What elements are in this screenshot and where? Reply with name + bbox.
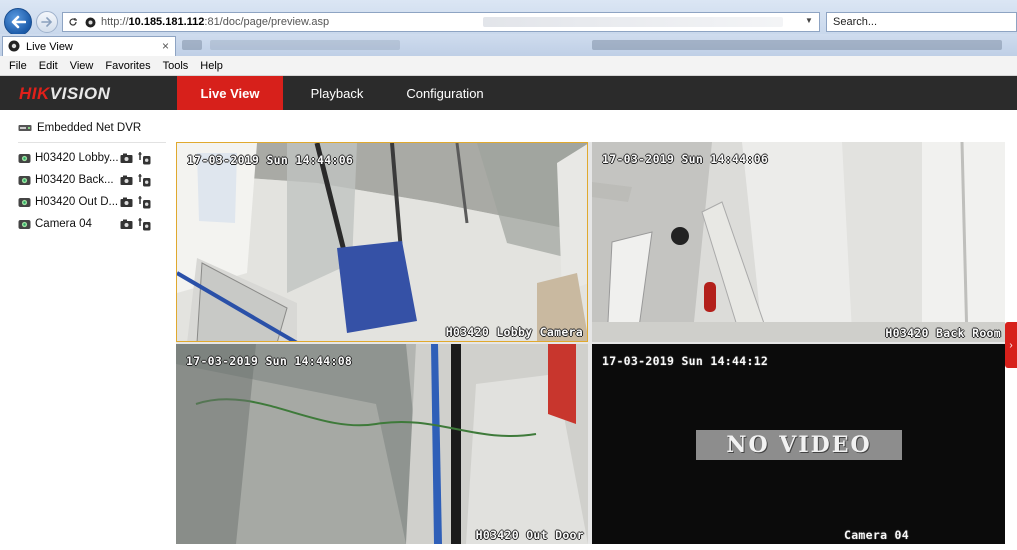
- record-icon[interactable]: [119, 151, 133, 165]
- blurred-tab: [592, 40, 1002, 50]
- capture-icon[interactable]: [137, 173, 151, 187]
- forward-button[interactable]: [36, 11, 58, 33]
- tree-camera-label: H03420 Back...: [35, 174, 114, 186]
- video-window-4[interactable]: 17-03-2019 Sun 14:44:12 NO VIDEO Camera …: [592, 344, 1005, 544]
- tab-label: Live View: [26, 40, 73, 53]
- video-window-1[interactable]: 17-03-2019 Sun 14:44:06 H03420 Lobby Cam…: [176, 142, 588, 342]
- capture-icon[interactable]: [137, 217, 151, 231]
- osd-camera-name: H03420 Lobby Camera: [445, 325, 583, 339]
- browser-tab-bar: Live View ×: [0, 34, 1017, 56]
- osd-timestamp: 17-03-2019 Sun 14:44:12: [602, 354, 769, 368]
- osd-timestamp: 17-03-2019 Sun 14:44:06: [187, 153, 354, 167]
- osd-camera-name: H03420 Back Room: [885, 326, 1001, 340]
- menu-tools[interactable]: Tools: [158, 60, 194, 72]
- app-header: HIKVISION Live View Playback Configurati…: [0, 76, 1017, 110]
- menu-edit[interactable]: Edit: [34, 60, 63, 72]
- url-suggestion-blur: [483, 17, 783, 27]
- close-icon[interactable]: ×: [162, 39, 169, 53]
- capture-icon[interactable]: [137, 195, 151, 209]
- tree-camera-1[interactable]: H03420 Lobby...: [18, 150, 151, 166]
- tree-camera-4[interactable]: Camera 04: [18, 216, 151, 232]
- nav-playback[interactable]: Playback: [297, 76, 377, 110]
- tree-divider: [18, 142, 166, 143]
- no-video-label: NO VIDEO: [696, 430, 902, 460]
- capture-icon[interactable]: [137, 151, 151, 165]
- tree-camera-label: H03420 Out D...: [35, 196, 119, 208]
- video-grid: 17-03-2019 Sun 14:44:06 H03420 Lobby Cam…: [176, 142, 1005, 544]
- dvr-icon: [18, 125, 32, 131]
- refresh-icon[interactable]: [67, 16, 79, 28]
- camera-icon: [18, 153, 31, 163]
- menu-help[interactable]: Help: [195, 60, 228, 72]
- record-icon[interactable]: [119, 217, 133, 231]
- camera-icon: [18, 197, 31, 207]
- blurred-tab: [182, 40, 202, 50]
- menu-view[interactable]: View: [65, 60, 99, 72]
- camera-icon: [18, 219, 31, 229]
- back-arrow-icon: [11, 15, 26, 29]
- url-field[interactable]: http://10.185.181.112:81/doc/page/previe…: [62, 12, 820, 32]
- site-icon: [84, 16, 96, 28]
- camera-feed-image: [177, 143, 587, 341]
- device-tree: Embedded Net DVR H03420 Lobby... H03420 …: [0, 110, 170, 550]
- dropdown-icon[interactable]: ▼: [805, 16, 815, 28]
- camera-feed-image: [176, 344, 588, 544]
- forward-arrow-icon: [41, 17, 53, 27]
- blurred-tab: [210, 40, 400, 50]
- camera-icon: [18, 175, 31, 185]
- video-window-3[interactable]: 17-03-2019 Sun 14:44:08 H03420 Out Door: [176, 344, 588, 544]
- nav-configuration[interactable]: Configuration: [395, 76, 495, 110]
- camera-feed-image: [592, 142, 1005, 342]
- record-icon[interactable]: [119, 195, 133, 209]
- url-text: http://10.185.181.112:81/doc/page/previe…: [101, 16, 330, 28]
- osd-timestamp: 17-03-2019 Sun 14:44:06: [602, 152, 769, 166]
- nav-live-view[interactable]: Live View: [177, 76, 283, 110]
- record-icon[interactable]: [119, 173, 133, 187]
- browser-address-bar: http://10.185.181.112:81/doc/page/previe…: [0, 0, 1017, 36]
- tree-device-node[interactable]: Embedded Net DVR: [18, 122, 141, 134]
- menu-bar: File Edit View Favorites Tools Help: [0, 56, 1017, 76]
- tree-camera-label: Camera 04: [35, 218, 92, 230]
- side-panel-toggle[interactable]: ›: [1005, 322, 1017, 368]
- back-button[interactable]: [4, 8, 32, 36]
- tree-camera-2[interactable]: H03420 Back...: [18, 172, 151, 188]
- menu-favorites[interactable]: Favorites: [100, 60, 155, 72]
- tab-live-view[interactable]: Live View ×: [2, 36, 176, 56]
- osd-timestamp: 17-03-2019 Sun 14:44:08: [186, 354, 353, 368]
- osd-camera-name: Camera 04: [843, 528, 909, 542]
- site-icon: [8, 40, 21, 53]
- tree-camera-3[interactable]: H03420 Out D...: [18, 194, 151, 210]
- tree-device-label: Embedded Net DVR: [37, 122, 142, 134]
- hikvision-logo: HIKVISION: [19, 84, 111, 103]
- video-window-2[interactable]: 17-03-2019 Sun 14:44:06 H03420 Back Room: [592, 142, 1005, 342]
- search-input[interactable]: Search...: [826, 12, 1017, 32]
- menu-file[interactable]: File: [4, 60, 32, 72]
- tree-camera-label: H03420 Lobby...: [35, 152, 119, 164]
- osd-camera-name: H03420 Out Door: [475, 528, 584, 542]
